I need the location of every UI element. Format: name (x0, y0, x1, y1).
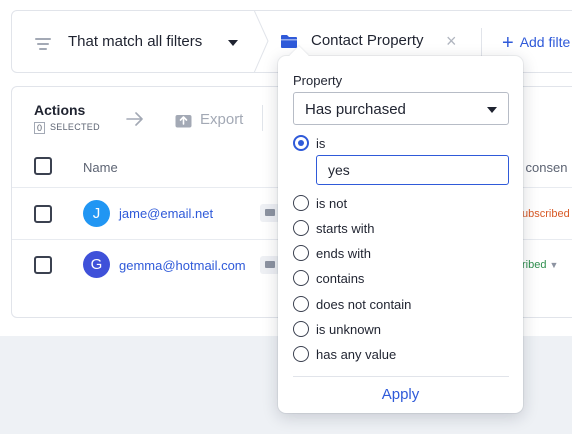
radio-contains[interactable] (293, 270, 309, 286)
contact-email-link[interactable]: jame@email.net (119, 206, 213, 221)
export-icon (175, 115, 192, 128)
folder-icon (281, 35, 297, 48)
filter-value-input[interactable] (316, 155, 509, 185)
contact-email-link[interactable]: gemma@hotmail.com (119, 258, 246, 273)
close-icon[interactable]: × (446, 32, 457, 50)
row-checkbox[interactable] (34, 205, 52, 223)
radio-is-unknown[interactable] (293, 321, 309, 337)
property-filter-popover: Property Has purchased is is not starts … (278, 46, 523, 413)
actions-title: Actions (34, 102, 86, 118)
property-select[interactable]: Has purchased (293, 92, 509, 125)
breadcrumb-separator (253, 10, 269, 73)
property-label: Property (293, 73, 343, 88)
add-filter-label: Add filte (519, 34, 571, 50)
divider (262, 105, 263, 131)
row-checkbox[interactable] (34, 256, 52, 274)
radio-label-starts-with[interactable]: starts with (316, 221, 375, 236)
radio-is[interactable] (293, 135, 309, 151)
status-badge: ribed (522, 259, 547, 271)
radio-label-does-not-contain[interactable]: does not contain (316, 297, 411, 312)
add-filter-button[interactable]: + Add filte (502, 32, 570, 55)
filter-lines-icon (35, 38, 51, 53)
radio-label-ends-with[interactable]: ends with (316, 246, 371, 261)
apply-button[interactable]: Apply (278, 383, 523, 405)
mail-icon (260, 204, 280, 222)
property-select-value: Has purchased (305, 101, 406, 118)
chevron-down-icon[interactable] (228, 40, 238, 46)
radio-label-is[interactable]: is (316, 136, 325, 151)
radio-label-has-any-value[interactable]: has any value (316, 347, 396, 362)
radio-is-not[interactable] (293, 195, 309, 211)
avatar: G (83, 251, 110, 278)
radio-does-not-contain[interactable] (293, 296, 309, 312)
arrow-right-icon[interactable] (125, 111, 145, 127)
column-header-name[interactable]: Name (83, 160, 118, 175)
status-dropdown[interactable]: ribed ▼ (522, 259, 558, 271)
select-all-checkbox[interactable] (34, 157, 52, 175)
radio-starts-with[interactable] (293, 220, 309, 236)
radio-ends-with[interactable] (293, 245, 309, 261)
status-badge: ubscribed (522, 208, 570, 220)
radio-has-any-value[interactable] (293, 346, 309, 362)
selected-label: SELECTED (50, 122, 100, 132)
divider (481, 28, 482, 57)
contact-property-filter[interactable]: Contact Property (311, 32, 424, 49)
radio-label-contains[interactable]: contains (316, 271, 364, 286)
selected-count: 0 (34, 122, 46, 134)
chevron-down-icon (487, 107, 497, 113)
radio-label-is-unknown[interactable]: is unknown (316, 322, 381, 337)
radio-label-is-not[interactable]: is not (316, 196, 347, 211)
export-button[interactable]: Export (200, 111, 243, 128)
mail-icon (260, 256, 280, 274)
chevron-down-icon: ▼ (549, 260, 559, 270)
column-header-consent[interactable]: l consen (519, 160, 567, 175)
avatar: J (83, 200, 110, 227)
plus-icon: + (502, 32, 514, 54)
match-mode-dropdown[interactable]: That match all filters (68, 33, 202, 50)
divider (293, 376, 509, 377)
